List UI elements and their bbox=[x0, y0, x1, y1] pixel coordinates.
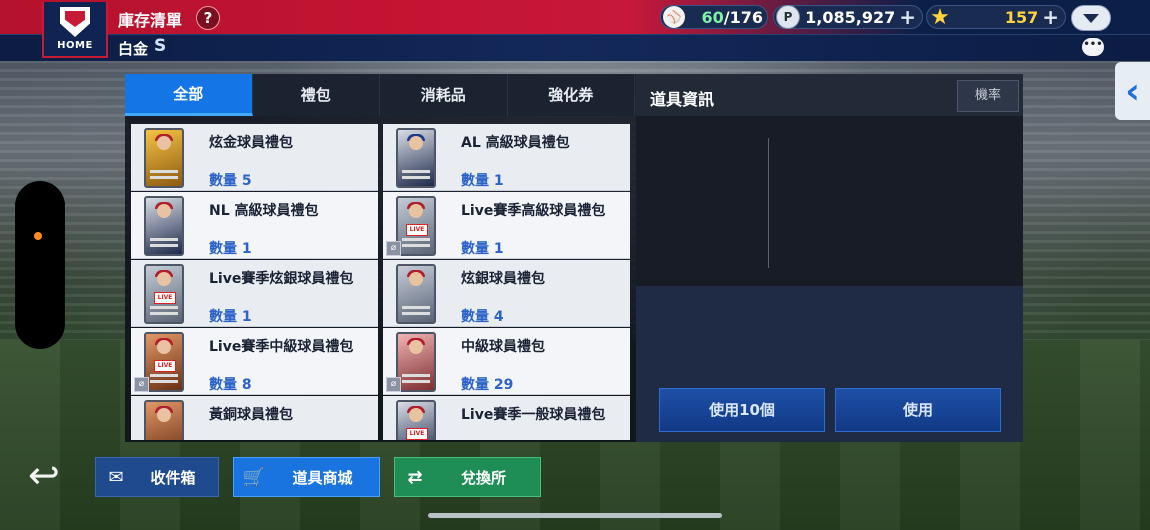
player-pack-card-icon bbox=[144, 128, 184, 188]
home-plate-icon bbox=[60, 7, 90, 37]
exchange-button[interactable]: ⇄ 兌換所 bbox=[394, 457, 541, 497]
item-name: Live賽季炫銀球員禮包 bbox=[209, 271, 354, 287]
stars-value: 157 bbox=[1004, 7, 1039, 27]
overlay-pill[interactable] bbox=[15, 181, 65, 349]
overlay-dot bbox=[34, 232, 42, 240]
item-quantity: 數量 1 bbox=[209, 241, 252, 257]
item-info-body bbox=[636, 116, 1023, 286]
item-grid: 炫金球員禮包 數量 5 AL 高級球員禮包 數量 1 NL 高級球員禮包 數量 … bbox=[131, 124, 631, 440]
ball-counter[interactable]: ⚾ 60/176 bbox=[660, 5, 768, 29]
side-panel-toggle[interactable]: ‹ bbox=[1115, 62, 1150, 120]
list-item[interactable]: 炫金球員禮包 數量 5 bbox=[131, 124, 378, 191]
tab-packs[interactable]: 禮包 bbox=[253, 74, 380, 116]
page-title: 庫存清單 bbox=[118, 11, 183, 30]
shopping-cart-icon: 🛒 bbox=[242, 466, 266, 488]
home-indicator-bar[interactable] bbox=[428, 513, 722, 518]
player-pack-card-icon bbox=[144, 196, 184, 256]
menu-dropdown-button[interactable] bbox=[1071, 5, 1111, 31]
list-item[interactable]: LIVE ⌀ Live賽季高級球員禮包 數量 1 bbox=[383, 192, 630, 259]
item-name: 炫金球員禮包 bbox=[209, 135, 293, 151]
points-value: 1,085,927 bbox=[805, 7, 896, 27]
chevron-down-icon bbox=[1083, 13, 1099, 23]
probability-button[interactable]: 機率 bbox=[957, 80, 1019, 112]
item-quantity: 數量 5 bbox=[209, 173, 252, 189]
item-info-title: 道具資訊 bbox=[650, 90, 715, 109]
stars-counter[interactable]: ★ 157 + bbox=[926, 4, 1066, 30]
item-name: AL 高級球員禮包 bbox=[461, 135, 570, 151]
item-quantity: 數量 29 bbox=[461, 377, 514, 393]
tier-grade: S bbox=[154, 36, 167, 56]
item-name: Live賽季一般球員禮包 bbox=[461, 407, 606, 423]
tier-label: 白金 bbox=[118, 40, 149, 58]
lock-icon: ⌀ bbox=[386, 377, 401, 392]
tab-consumables[interactable]: 消耗品 bbox=[380, 74, 508, 116]
tab-boost-tickets[interactable]: 強化券 bbox=[508, 74, 635, 116]
swap-arrows-icon: ⇄ bbox=[407, 466, 423, 488]
chat-icon[interactable]: ••• bbox=[1082, 38, 1104, 56]
ball-count: 60 bbox=[701, 7, 724, 27]
player-pack-card-icon bbox=[396, 332, 436, 392]
lock-icon: ⌀ bbox=[134, 377, 149, 392]
item-quantity: 數量 1 bbox=[461, 241, 504, 257]
item-name: NL 高級球員禮包 bbox=[209, 203, 319, 219]
divider bbox=[768, 138, 769, 268]
use-button[interactable]: 使用 bbox=[835, 388, 1001, 432]
item-name: 炫銀球員禮包 bbox=[461, 271, 545, 287]
use-10-button[interactable]: 使用10個 bbox=[659, 388, 825, 432]
envelope-icon: ✉ bbox=[108, 466, 124, 488]
list-item[interactable]: 黃銅球員禮包 bbox=[131, 396, 378, 440]
item-shop-label: 道具商城 bbox=[292, 468, 353, 487]
add-stars-icon[interactable]: + bbox=[1042, 7, 1059, 27]
item-name: 黃銅球員禮包 bbox=[209, 407, 293, 423]
player-pack-card-icon bbox=[396, 264, 436, 324]
item-name: Live賽季中級球員禮包 bbox=[209, 339, 354, 355]
item-quantity: 數量 8 bbox=[209, 377, 252, 393]
chevron-left-icon: ‹ bbox=[1125, 70, 1140, 112]
add-points-icon[interactable]: + bbox=[899, 7, 916, 27]
item-name: 中級球員禮包 bbox=[461, 339, 545, 355]
lock-icon: ⌀ bbox=[386, 241, 401, 256]
ball-max: /176 bbox=[723, 7, 763, 27]
back-arrow-icon[interactable]: ↩ bbox=[28, 455, 76, 497]
list-item[interactable]: LIVE Live賽季一般球員禮包 bbox=[383, 396, 630, 440]
player-pack-card-icon: LIVE bbox=[144, 332, 184, 392]
home-button[interactable]: HOME bbox=[42, 2, 108, 58]
top-bar-substripe bbox=[0, 34, 1150, 61]
inventory-panel: 全部 禮包 消耗品 強化券 道具資訊 機率 使用10個 使用 炫金球員禮包 數量… bbox=[125, 74, 1023, 442]
tab-all[interactable]: 全部 bbox=[125, 74, 253, 116]
item-quantity: 數量 4 bbox=[461, 309, 504, 325]
item-quantity: 數量 1 bbox=[461, 173, 504, 189]
list-item[interactable]: LIVE Live賽季炫銀球員禮包 數量 1 bbox=[131, 260, 378, 327]
help-icon[interactable]: ? bbox=[196, 6, 220, 30]
item-info-header: 道具資訊 機率 bbox=[636, 74, 1023, 116]
baseball-icon: ⚾ bbox=[663, 6, 685, 28]
star-icon: ★ bbox=[930, 4, 950, 30]
item-quantity: 數量 1 bbox=[209, 309, 252, 325]
point-coin-icon: P bbox=[776, 5, 800, 29]
player-pack-card-icon bbox=[144, 400, 184, 440]
player-pack-card-icon: LIVE bbox=[396, 400, 436, 440]
item-shop-button[interactable]: 🛒 道具商城 bbox=[233, 457, 380, 497]
list-item[interactable]: 炫銀球員禮包 數量 4 bbox=[383, 260, 630, 327]
mailbox-label: 收件箱 bbox=[150, 468, 196, 487]
exchange-label: 兌換所 bbox=[460, 468, 506, 487]
points-counter[interactable]: P 1,085,927 + bbox=[773, 5, 923, 29]
mailbox-button[interactable]: ✉ 收件箱 bbox=[95, 457, 219, 497]
player-pack-card-icon bbox=[396, 128, 436, 188]
item-name: Live賽季高級球員禮包 bbox=[461, 203, 606, 219]
list-item[interactable]: ⌀ 中級球員禮包 數量 29 bbox=[383, 328, 630, 395]
player-pack-card-icon: LIVE bbox=[144, 264, 184, 324]
list-item[interactable]: NL 高級球員禮包 數量 1 bbox=[131, 192, 378, 259]
list-item[interactable]: AL 高級球員禮包 數量 1 bbox=[383, 124, 630, 191]
home-label: HOME bbox=[57, 40, 93, 51]
player-pack-card-icon: LIVE bbox=[396, 196, 436, 256]
list-item[interactable]: LIVE ⌀ Live賽季中級球員禮包 數量 8 bbox=[131, 328, 378, 395]
tab-bar: 全部 禮包 消耗品 強化券 bbox=[125, 74, 635, 116]
